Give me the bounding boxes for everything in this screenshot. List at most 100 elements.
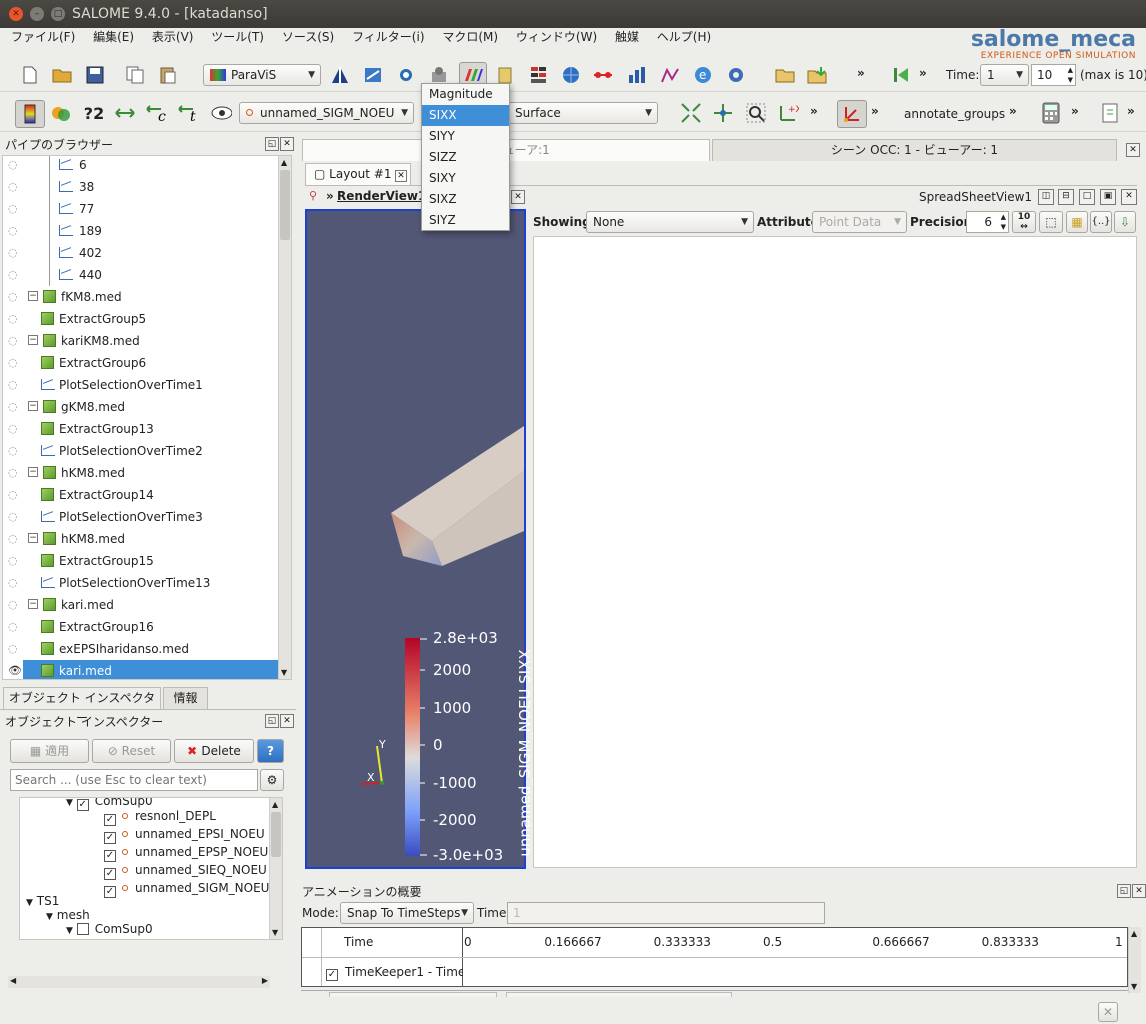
animation-mode-selector[interactable]: Snap To TimeSteps ▼ <box>340 902 474 924</box>
close-viewer-icon[interactable]: ✕ <box>1126 143 1140 157</box>
inspector-scrollbar[interactable]: ▲ ▼ <box>269 798 282 939</box>
collapse-icon[interactable]: − <box>28 599 38 609</box>
eye-icon[interactable]: ◌ <box>8 616 22 638</box>
menu-window[interactable]: ウィンドウ(W) <box>509 29 604 45</box>
field-item[interactable]: ✓ resnonl_DEPL <box>104 809 216 826</box>
toggle-cell-connectivity-icon[interactable]: {..} <box>1090 211 1112 233</box>
close-window-icon[interactable]: ✕ <box>9 7 23 21</box>
color-array-selector[interactable]: unnamed_SIGM_NOEU ▼ <box>239 102 414 124</box>
scroll-down-icon[interactable]: ▼ <box>272 928 278 937</box>
rescale-c-icon[interactable]: c <box>146 102 168 124</box>
eye-icon[interactable]: ◌ <box>8 198 22 220</box>
module-selector[interactable]: ParaViS ▼ <box>203 64 321 86</box>
minimize-window-icon[interactable]: – <box>30 7 44 21</box>
spin-arrows-icon[interactable]: ▲ ▼ <box>1068 65 1073 85</box>
grid-module-icon[interactable] <box>528 64 550 86</box>
pipeline-item[interactable]: ◌ − hKM8.med <box>3 528 278 550</box>
scroll-down-icon[interactable]: ▼ <box>1131 982 1137 991</box>
scrollbar-thumb[interactable] <box>271 812 281 857</box>
maximize-window-icon[interactable]: □ <box>51 7 65 21</box>
eye-visibility-icon[interactable] <box>210 102 232 124</box>
eye-icon[interactable]: ◌ <box>8 286 22 308</box>
copy-icon[interactable] <box>124 64 146 86</box>
tab-occ-viewer[interactable]: シーン OCC: 1 - ビューアー: 1 <box>712 139 1117 161</box>
load-state-icon[interactable] <box>806 64 828 86</box>
spreadsheet-table[interactable] <box>533 236 1137 868</box>
eye-icon[interactable]: ◌ <box>8 352 22 374</box>
scroll-up-icon[interactable]: ▲ <box>272 800 278 809</box>
pipeline-item[interactable]: ◌ PlotSelectionOverTime2 <box>3 440 278 462</box>
collapse-icon[interactable]: − <box>28 533 38 543</box>
pipeline-item[interactable]: ◌ − hKM8.med <box>3 462 278 484</box>
menu-help[interactable]: ヘルプ(H) <box>650 29 718 45</box>
toolbar2-more-5[interactable]: » <box>1127 104 1135 118</box>
eye-icon[interactable]: ◌ <box>8 506 22 528</box>
eye-icon[interactable]: ◌ <box>8 396 22 418</box>
eye-icon[interactable]: ◌ <box>8 220 22 242</box>
checkbox-checked[interactable]: ✓ <box>104 832 116 844</box>
tree-comsup-top[interactable]: ▼ ✓ ComSup0 <box>66 798 153 811</box>
menu-sources[interactable]: ソース(S) <box>275 29 341 45</box>
track-checkbox[interactable]: ✓ <box>326 964 344 981</box>
timeline-ruler[interactable]: 0 0.166667 0.333333 0.5 0.666667 0.833333 1 <box>463 928 1127 957</box>
menu-edit[interactable]: 編集(E) <box>86 29 141 45</box>
menu-view[interactable]: 表示(V) <box>145 29 201 45</box>
first-frame-icon[interactable] <box>890 64 912 86</box>
pipeline-item[interactable]: ◌ − gKM8.med <box>3 396 278 418</box>
reset-camera-icon[interactable] <box>680 102 702 124</box>
pipeline-item[interactable]: ◌ PlotSelectionOverTime3 <box>3 506 278 528</box>
add-property-source-combo[interactable] <box>329 992 497 997</box>
toggle-colorbar-icon[interactable] <box>15 100 45 128</box>
eye-icon[interactable]: ◌ <box>8 440 22 462</box>
eye-icon[interactable]: ◌ <box>8 330 22 352</box>
menu-catalyst[interactable]: 触媒 <box>608 29 646 45</box>
eye-icon[interactable]: ◌ <box>8 176 22 198</box>
animation-time-field[interactable]: 1 <box>507 902 825 924</box>
toggle-columns-icon[interactable]: ▦ <box>1066 211 1088 233</box>
checkbox-checked[interactable]: ✓ <box>104 850 116 862</box>
checkbox-checked[interactable]: ✓ <box>104 814 116 826</box>
globe-icon[interactable] <box>560 64 582 86</box>
tree-comsup[interactable]: ▼ ComSup0 <box>66 922 153 938</box>
tab-information[interactable]: 情報 <box>163 687 208 709</box>
menu-file[interactable]: ファイル(F) <box>4 29 82 45</box>
eye-icon[interactable]: ◌ <box>8 638 22 660</box>
rescale-range-icon[interactable]: ?2 <box>83 102 105 124</box>
toolbar-more-2[interactable]: » <box>919 66 927 80</box>
split-vertical-icon[interactable]: ⊟ <box>1058 189 1074 205</box>
eye-icon[interactable]: ◌ <box>8 374 22 396</box>
dropdown-item-sixz[interactable]: SIXZ <box>422 189 509 210</box>
pipeline-item[interactable]: ◌ ExtractGroup6 <box>3 352 278 374</box>
collapse-icon[interactable]: − <box>28 401 38 411</box>
export-spreadsheet-icon[interactable]: ⇩ <box>1114 211 1136 233</box>
pipeline-item[interactable]: ◌ − fKM8.med <box>3 286 278 308</box>
field-item[interactable]: ✓ unnamed_SIGM_NOEU <box>104 881 269 898</box>
bar-chart-icon[interactable] <box>626 64 648 86</box>
split-horizontal-icon[interactable]: ◫ <box>1038 189 1054 205</box>
color-map-editor-icon[interactable] <box>50 102 72 124</box>
dropdown-item-sixx[interactable]: SIXX <box>422 105 509 126</box>
collapse-icon[interactable]: − <box>28 291 38 301</box>
pipeline-item[interactable]: ◌ PlotSelectionOverTime13 <box>3 572 278 594</box>
dropdown-item-sixy[interactable]: SIXY <box>422 168 509 189</box>
float-panel-icon[interactable]: ◱ <box>265 714 279 728</box>
pipeline-item[interactable]: ◌ ExtractGroup15 <box>3 550 278 572</box>
animation-scrollbar[interactable]: ▲ ▼ <box>1128 927 1141 993</box>
representation-selector[interactable]: Surface ▼ <box>508 102 658 124</box>
pipeline-item[interactable]: ◌ − kariKM8.med <box>3 330 278 352</box>
dropdown-item-sizz[interactable]: SIZZ <box>422 147 509 168</box>
attribute-selector[interactable]: Point Data ▼ <box>812 211 907 233</box>
toolbar2-more-3[interactable]: » <box>1009 104 1017 118</box>
pipeline-item[interactable]: ◌ PlotSelectionOverTime1 <box>3 374 278 396</box>
help-button[interactable]: ? <box>257 739 284 763</box>
axes-grid-icon[interactable] <box>837 100 867 128</box>
float-panel-icon[interactable]: ◱ <box>265 137 279 151</box>
time-index-spinbox[interactable]: 10 ▲ ▼ <box>1031 64 1076 86</box>
dropdown-item-siyy[interactable]: SIYY <box>422 126 509 147</box>
renderview-title[interactable]: RenderView1 <box>337 189 426 203</box>
eye-icon[interactable]: ◌ <box>8 484 22 506</box>
scroll-left-icon[interactable]: ◀ <box>10 976 16 985</box>
efficas-icon[interactable]: e <box>692 64 714 86</box>
add-property-combo[interactable] <box>506 992 732 997</box>
expand-arrow-icon[interactable]: ▼ <box>46 912 53 922</box>
